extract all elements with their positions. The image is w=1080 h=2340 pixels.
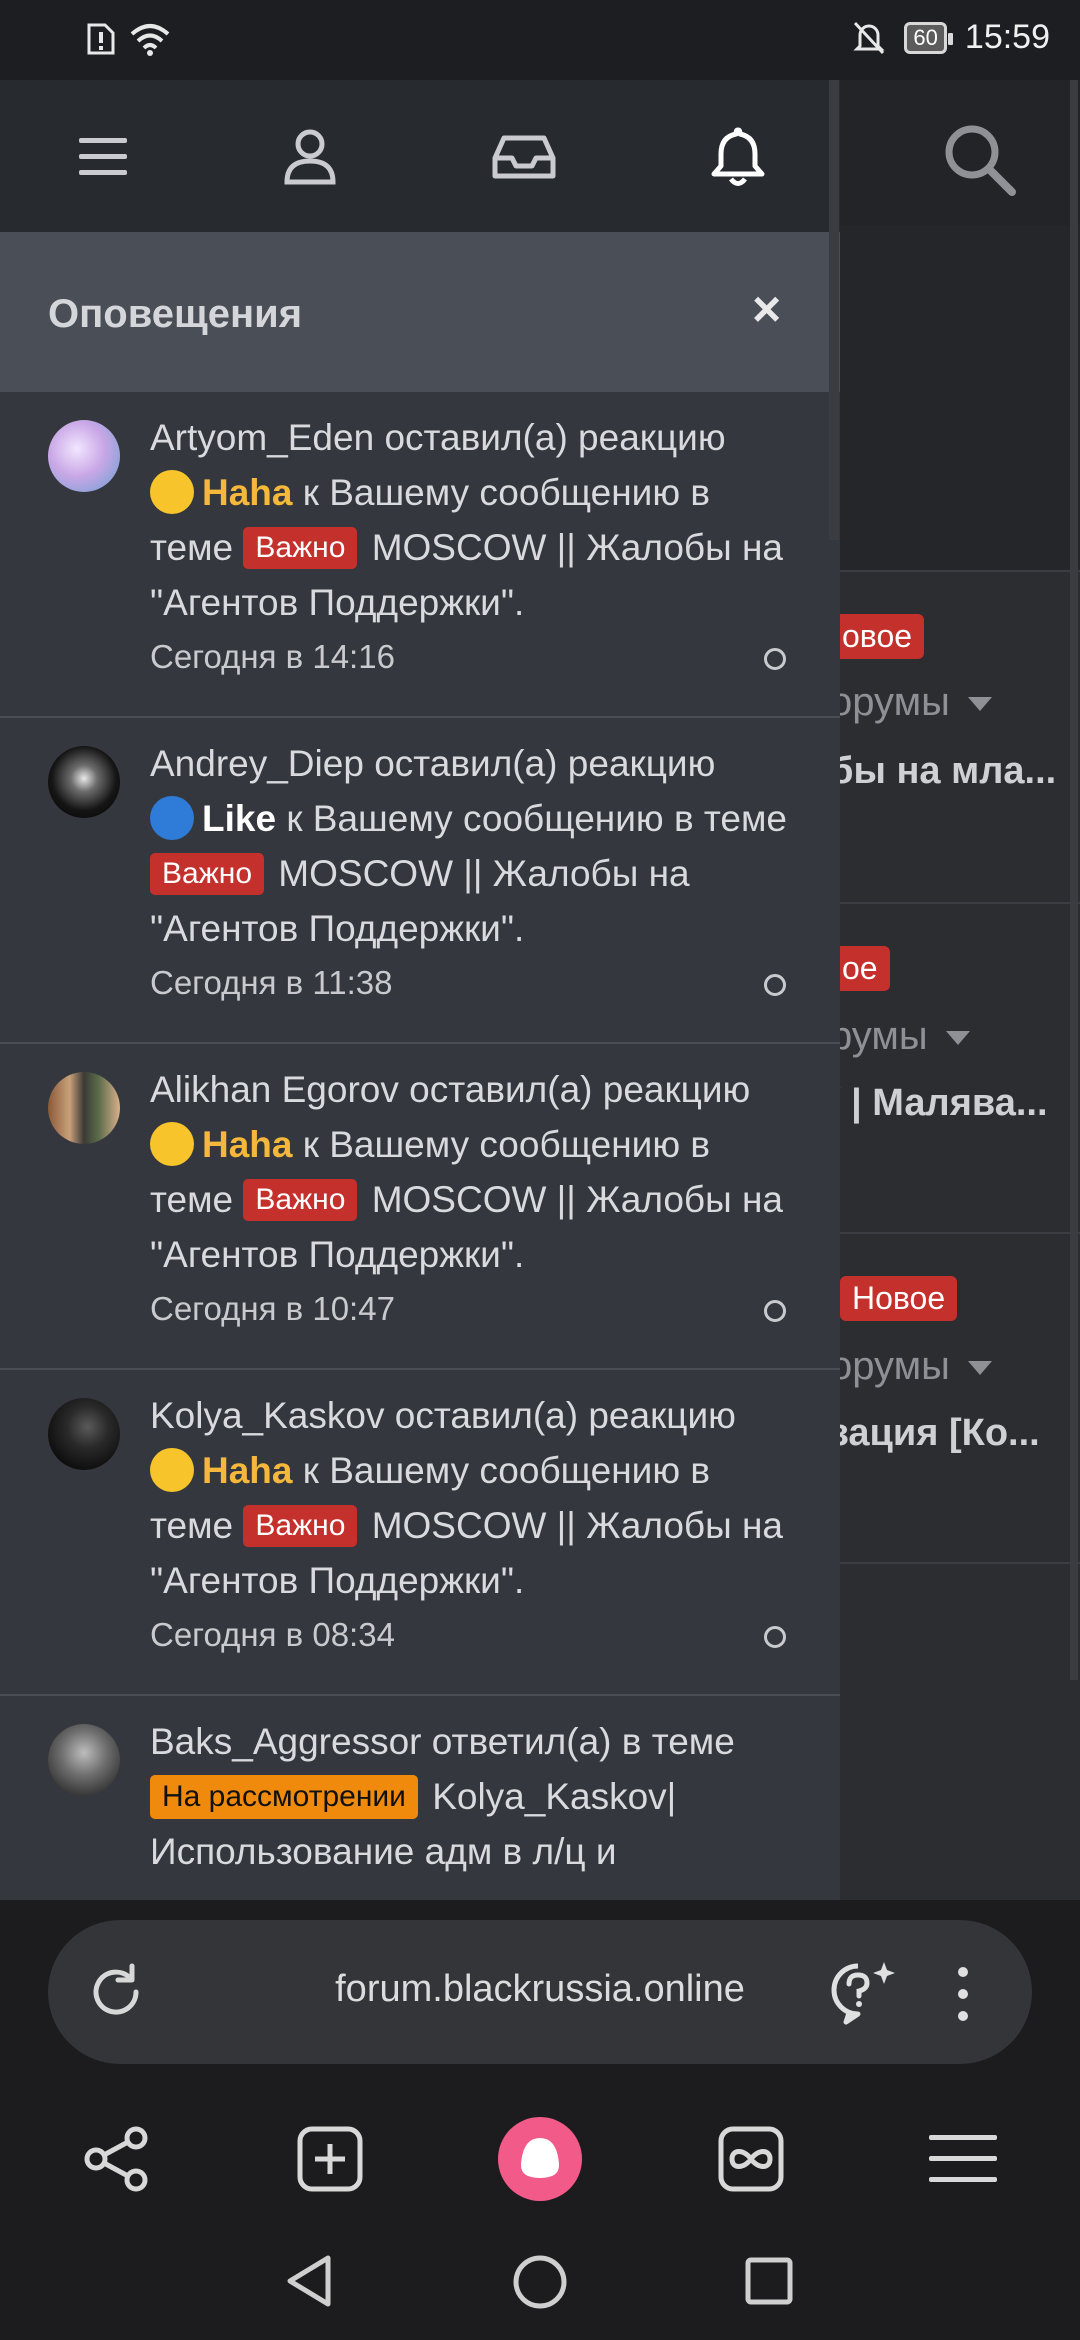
thread-title: бы на мла... [830, 750, 1057, 792]
mark-read-toggle[interactable] [764, 1300, 786, 1322]
menu-icon[interactable] [918, 2114, 1008, 2204]
chevron-down-icon [967, 697, 992, 712]
timestamp: Сегодня в 11:38 [150, 964, 393, 1001]
notification-text: Alikhan Egorov оставил(а) реакцию Haha к… [150, 1069, 784, 1275]
notification-text: Kolya_Kaskov оставил(а) реакцию Haha к В… [150, 1395, 784, 1601]
haha-emoji-icon [150, 1122, 194, 1167]
drawer-scrollbar[interactable] [829, 80, 839, 540]
haha-emoji-icon [150, 1448, 194, 1493]
thread-row[interactable]: овое орумы бы на мла... [830, 570, 1080, 902]
battery-indicator: 60 [904, 21, 954, 54]
user-icon[interactable] [275, 122, 345, 192]
reaction-label: Haha [202, 1124, 293, 1165]
prefix-tag: Важно [243, 527, 358, 570]
avatar[interactable] [48, 746, 120, 818]
mark-read-toggle[interactable] [764, 1626, 786, 1648]
avatar[interactable] [48, 1072, 120, 1144]
prefix-tag: На рассмотрении [150, 1775, 418, 1820]
reaction-label: Haha [202, 1450, 293, 1491]
notification-text: Baks_Aggressor ответил(а) в теме На расс… [150, 1721, 735, 1872]
back-icon[interactable] [284, 2254, 334, 2308]
thread-title: зация [Ко... [830, 1412, 1040, 1454]
home-icon[interactable] [512, 2254, 568, 2310]
more-vert-icon[interactable] [953, 1964, 973, 2024]
browser-address-area: forum.blackrussia.online [0, 1900, 1080, 2100]
timestamp: Сегодня в 08:34 [150, 1616, 395, 1653]
thread-row[interactable]: Новое орумы зация [Ко... [830, 1232, 1080, 1564]
notifications-drawer: Оповещения × Artyom_Eden оставил(а) реак… [0, 80, 840, 1900]
address-bar[interactable]: forum.blackrussia.online [48, 1920, 1032, 2064]
notifications-header: Оповещения × [0, 232, 840, 392]
timestamp: Сегодня в 14:16 [150, 638, 395, 675]
prefix-tag: Важно [150, 853, 265, 896]
recent-apps-icon[interactable] [744, 2256, 794, 2306]
wifi-icon [130, 24, 170, 56]
notification-item[interactable]: Baks_Aggressor ответил(а) в теме На расс… [0, 1696, 840, 1900]
page-scrollbar[interactable] [1070, 80, 1078, 1680]
ai-help-icon[interactable] [828, 1958, 898, 2028]
menu-icon[interactable] [68, 122, 138, 192]
thread-row[interactable]: ое румы / | Малява... [830, 902, 1080, 1234]
mute-bell-icon [853, 21, 886, 54]
status-left [86, 22, 170, 56]
new-tab-icon[interactable] [285, 2114, 375, 2204]
mark-read-toggle[interactable] [764, 648, 786, 670]
notification-item[interactable]: Artyom_Eden оставил(а) реакцию Haha к Ва… [0, 392, 840, 718]
avatar[interactable] [48, 420, 120, 492]
search-icon[interactable] [940, 120, 1020, 200]
alice-assistant-icon[interactable] [495, 2114, 585, 2204]
chevron-down-icon [967, 1361, 992, 1376]
notification-text: Andrey_Diep оставил(а) реакцию Like к Ва… [150, 743, 788, 949]
notification-item[interactable]: Alikhan Egorov оставил(а) реакцию Haha к… [0, 1044, 840, 1370]
browser-toolbar [0, 2100, 1080, 2220]
clock: 15:59 [964, 18, 1050, 56]
haha-emoji-icon [150, 470, 194, 515]
system-navigation-bar [0, 2220, 1080, 2340]
thread-row [830, 1562, 1080, 1864]
notification-text: Artyom_Eden оставил(а) реакцию Haha к Ва… [150, 417, 784, 623]
user-link[interactable]: Alikhan Egorov [150, 1069, 399, 1110]
timestamp: Сегодня в 10:47 [150, 1290, 395, 1327]
share-icon[interactable] [72, 2114, 162, 2204]
close-button[interactable]: × [752, 284, 781, 334]
forums-label: румы [830, 1014, 970, 1059]
user-link[interactable]: Kolya_Kaskov [150, 1395, 384, 1436]
avatar[interactable] [48, 1398, 120, 1470]
bell-icon[interactable] [703, 122, 773, 192]
status-bar: 60 15:59 [0, 0, 1080, 80]
mark-read-toggle[interactable] [764, 974, 786, 996]
chevron-down-icon [945, 1031, 970, 1046]
drawer-nav [0, 80, 840, 232]
panel-title: Оповещения [48, 292, 303, 336]
prefix-tag: Важно [243, 1505, 358, 1548]
prefix-tag: Важно [243, 1179, 358, 1222]
reaction-label: Haha [202, 472, 293, 513]
thread-title: / | Малява... [830, 1082, 1048, 1124]
status-right: 60 15:59 [852, 18, 1050, 57]
forums-label: орумы [830, 680, 992, 725]
forums-label: орумы [830, 1344, 992, 1389]
avatar[interactable] [48, 1724, 120, 1796]
user-link[interactable]: Andrey_Diep [150, 743, 364, 784]
user-link[interactable]: Artyom_Eden [150, 417, 374, 458]
status-badge: Новое [840, 1276, 958, 1321]
notification-item[interactable]: Kolya_Kaskov оставил(а) реакцию Haha к В… [0, 1370, 840, 1696]
like-emoji-icon [150, 796, 194, 841]
reaction-label: Like [202, 798, 277, 839]
status-badge: овое [830, 614, 925, 659]
sim-alert-icon [87, 23, 115, 55]
notification-item[interactable]: Andrey_Diep оставил(а) реакцию Like к Ва… [0, 718, 840, 1044]
inbox-icon[interactable] [489, 122, 559, 192]
tabs-switcher-icon[interactable] [706, 2114, 796, 2204]
user-link[interactable]: Baks_Aggressor [150, 1721, 421, 1762]
